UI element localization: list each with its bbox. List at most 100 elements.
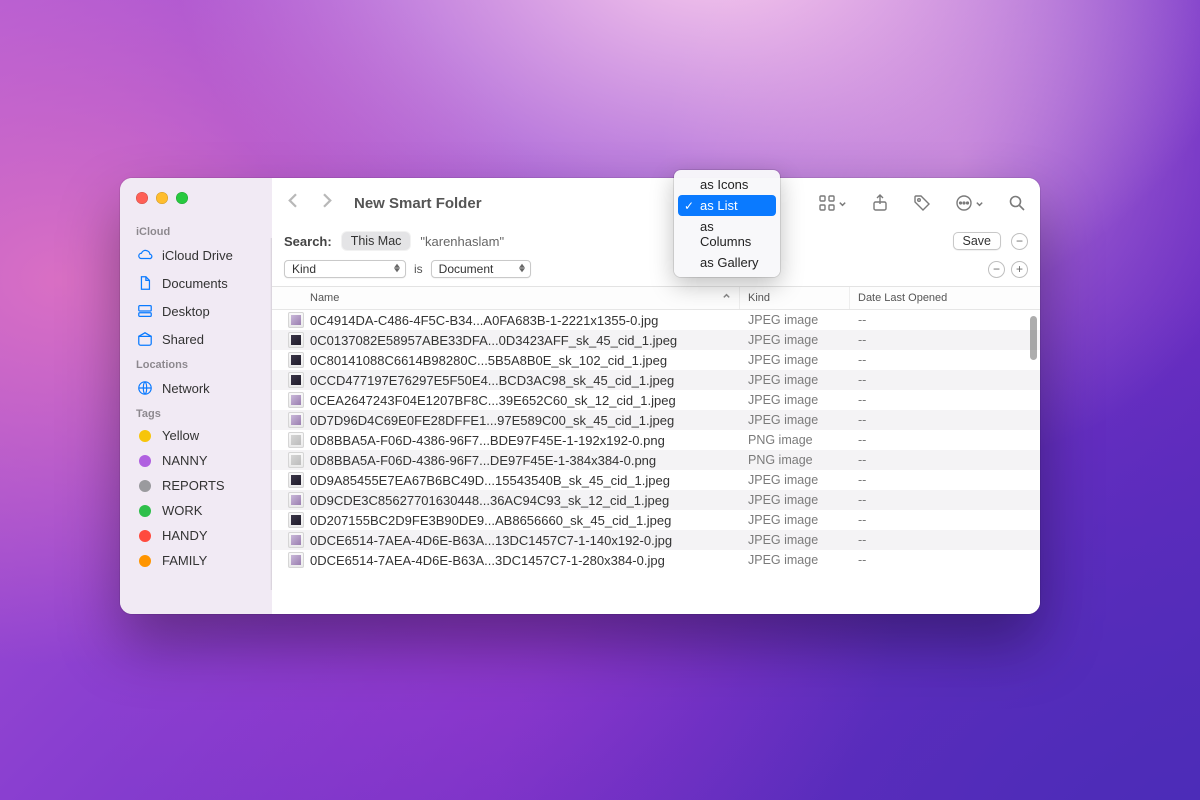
- tag-dot-icon: [139, 480, 151, 492]
- file-kind: JPEG image: [740, 333, 850, 347]
- criteria-value-select[interactable]: Document: [431, 260, 531, 278]
- sidebar-item-nanny[interactable]: NANNY: [120, 448, 272, 473]
- forward-button[interactable]: [319, 193, 334, 213]
- file-date: --: [850, 533, 1040, 547]
- file-thumbnail-icon: [288, 392, 304, 408]
- file-row[interactable]: 0D207155BC2D9FE3B90DE9...AB8656660_sk_45…: [272, 510, 1040, 530]
- sidebar-item-documents[interactable]: Documents: [120, 269, 272, 297]
- tags-button[interactable]: [913, 194, 931, 212]
- main-pane: New Smart Folder Search: This Mac "karen…: [272, 178, 1040, 614]
- file-thumbnail-icon: [288, 332, 304, 348]
- file-row[interactable]: 0C4914DA-C486-4F5C-B34...A0FA683B-1-2221…: [272, 310, 1040, 330]
- criteria-row: Kind is Document − +: [272, 256, 1040, 287]
- sidebar-item-family[interactable]: FAMILY: [120, 548, 272, 573]
- window-controls: [120, 190, 272, 220]
- scope-user[interactable]: "karenhaslam": [420, 234, 504, 249]
- file-kind: PNG image: [740, 433, 850, 447]
- tag-dot-icon: [139, 505, 151, 517]
- checkmark-icon: ✓: [684, 199, 694, 213]
- file-name: 0D7D96D4C69E0FE28DFFE1...97E589C00_sk_45…: [310, 413, 674, 428]
- file-row[interactable]: 0CCD477197E76297E5F50E4...BCD3AC98_sk_45…: [272, 370, 1040, 390]
- file-kind: JPEG image: [740, 373, 850, 387]
- file-thumbnail-icon: [288, 352, 304, 368]
- file-row[interactable]: 0C0137082E58957ABE33DFA...0D3423AFF_sk_4…: [272, 330, 1040, 350]
- view-menu-item-label: as Columns: [700, 219, 751, 249]
- file-row[interactable]: 0D7D96D4C69E0FE28DFFE1...97E589C00_sk_45…: [272, 410, 1040, 430]
- sidebar-item-label: iCloud Drive: [162, 248, 233, 263]
- scrollbar-thumb[interactable]: [1030, 316, 1037, 360]
- criteria-attribute-select[interactable]: Kind: [284, 260, 406, 278]
- column-header-kind[interactable]: Kind: [740, 287, 850, 309]
- sidebar-item-reports[interactable]: REPORTS: [120, 473, 272, 498]
- file-name: 0DCE6514-7AEA-4D6E-B63A...13DC1457C7-1-1…: [310, 533, 672, 548]
- sort-chevron-icon: [722, 292, 731, 304]
- file-thumbnail-icon: [288, 472, 304, 488]
- column-header-name[interactable]: Name: [272, 287, 740, 309]
- back-button[interactable]: [286, 193, 301, 213]
- file-name: 0D9CDE3C85627701630448...36AC94C93_sk_12…: [310, 493, 669, 508]
- file-row[interactable]: 0CEA2647243F04E1207BF8C...39E652C60_sk_1…: [272, 390, 1040, 410]
- scope-this-mac[interactable]: This Mac: [342, 232, 411, 250]
- file-name: 0CEA2647243F04E1207BF8C...39E652C60_sk_1…: [310, 393, 676, 408]
- finder-window: iCloud iCloud Drive Documents DesktopShared…: [120, 178, 1040, 614]
- criteria-operator: is: [414, 262, 423, 276]
- minimize-button[interactable]: [156, 192, 168, 204]
- file-row[interactable]: 0C80141088C6614B98280C...5B5A8B0E_sk_102…: [272, 350, 1040, 370]
- sidebar-section-icloud: iCloud: [120, 220, 272, 241]
- file-row[interactable]: 0DCE6514-7AEA-4D6E-B63A...3DC1457C7-1-28…: [272, 550, 1040, 570]
- add-criteria-button[interactable]: +: [1011, 261, 1028, 278]
- view-menu-item-label: as Icons: [700, 177, 748, 192]
- file-date: --: [850, 313, 1040, 327]
- search-button[interactable]: [1008, 194, 1026, 212]
- share-icon: [136, 330, 154, 348]
- file-row[interactable]: 0D8BBA5A-F06D-4386-96F7...DE97F45E-1-384…: [272, 450, 1040, 470]
- file-date: --: [850, 473, 1040, 487]
- sidebar-item-label: Network: [162, 381, 210, 396]
- close-button[interactable]: [136, 192, 148, 204]
- action-button[interactable]: [955, 194, 984, 212]
- file-kind: JPEG image: [740, 473, 850, 487]
- sidebar-item-label: REPORTS: [162, 478, 225, 493]
- sidebar-item-work[interactable]: WORK: [120, 498, 272, 523]
- tag-dot-icon: [139, 555, 151, 567]
- file-date: --: [850, 393, 1040, 407]
- sidebar-item-label: Documents: [162, 276, 228, 291]
- sidebar-item-yellow[interactable]: Yellow: [120, 423, 272, 448]
- file-row[interactable]: 0DCE6514-7AEA-4D6E-B63A...13DC1457C7-1-1…: [272, 530, 1040, 550]
- save-button[interactable]: Save: [953, 232, 1002, 250]
- file-list[interactable]: 0C4914DA-C486-4F5C-B34...A0FA683B-1-2221…: [272, 310, 1040, 614]
- sidebar-item-label: Yellow: [162, 428, 199, 443]
- file-row[interactable]: 0D9CDE3C85627701630448...36AC94C93_sk_12…: [272, 490, 1040, 510]
- sidebar-item-desktop[interactable]: Desktop: [120, 297, 272, 325]
- file-kind: JPEG image: [740, 393, 850, 407]
- file-kind: JPEG image: [740, 313, 850, 327]
- view-menu-item-as-icons[interactable]: as Icons: [678, 174, 776, 195]
- view-menu-item-as-list[interactable]: ✓as List: [678, 195, 776, 216]
- sidebar-item-handy[interactable]: HANDY: [120, 523, 272, 548]
- zoom-button[interactable]: [176, 192, 188, 204]
- tag-dot-icon: [139, 530, 151, 542]
- remove-search-button[interactable]: −: [1011, 233, 1028, 250]
- share-button[interactable]: [871, 194, 889, 212]
- file-name: 0D207155BC2D9FE3B90DE9...AB8656660_sk_45…: [310, 513, 671, 528]
- sidebar-item-shared[interactable]: Shared: [120, 325, 272, 353]
- sidebar-item-icloud-drive[interactable]: iCloud Drive: [120, 241, 272, 269]
- sidebar-item-network[interactable]: Network: [120, 374, 272, 402]
- remove-criteria-button[interactable]: −: [988, 261, 1005, 278]
- file-thumbnail-icon: [288, 512, 304, 528]
- sidebar-item-label: HANDY: [162, 528, 208, 543]
- view-menu-item-as-columns[interactable]: as Columns: [678, 216, 776, 252]
- file-row[interactable]: 0D8BBA5A-F06D-4386-96F7...BDE97F45E-1-19…: [272, 430, 1040, 450]
- column-header-date[interactable]: Date Last Opened: [850, 287, 1040, 309]
- file-name: 0DCE6514-7AEA-4D6E-B63A...3DC1457C7-1-28…: [310, 553, 665, 568]
- doc-icon: [136, 274, 154, 292]
- file-date: --: [850, 513, 1040, 527]
- view-menu-item-as-gallery[interactable]: as Gallery: [678, 252, 776, 273]
- file-thumbnail-icon: [288, 412, 304, 428]
- file-kind: JPEG image: [740, 533, 850, 547]
- sidebar-section-tags: Tags: [120, 402, 272, 423]
- file-name: 0C0137082E58957ABE33DFA...0D3423AFF_sk_4…: [310, 333, 677, 348]
- group-button[interactable]: [818, 194, 847, 212]
- file-row[interactable]: 0D9A85455E7EA67B6BC49D...15543540B_sk_45…: [272, 470, 1040, 490]
- sidebar-item-label: WORK: [162, 503, 202, 518]
